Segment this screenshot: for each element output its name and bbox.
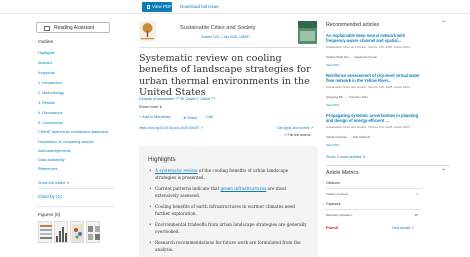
outline-item-data-availability[interactable]: Data availability xyxy=(38,158,65,162)
figure-thumbnail[interactable] xyxy=(54,221,68,243)
outline-item-abstract[interactable]: Abstract xyxy=(38,61,52,65)
add-to-mendeley-button[interactable]: + Add to Mendeley xyxy=(139,115,171,119)
recommended-article-authors: Shahid Shafi Dar, ..., Nagendra Kumar xyxy=(326,55,378,59)
recommended-article-title[interactable]: Resilience assessment of city-level virt… xyxy=(326,73,426,83)
doi-link[interactable]: https://doi.org/10.1016/j.scs.2025.10649… xyxy=(139,126,203,130)
show-full-outline-link[interactable]: Show full outline ∨ xyxy=(38,180,69,185)
show-more-articles-button[interactable]: Show 3 more articles ∨ xyxy=(326,154,365,159)
journal-title-link[interactable]: Sustainable Cities and Society xyxy=(180,25,256,31)
view-details-link[interactable]: View details ↗ xyxy=(392,226,414,230)
view-pdf-button[interactable]: View PDF xyxy=(142,2,172,12)
highlight-link[interactable]: green infrastructures xyxy=(221,186,267,191)
recommended-article-source: Sustainable Cities and Society, Volume 1… xyxy=(326,85,412,89)
recommended-article-source: Sustainable Cities and Society, Volume 1… xyxy=(326,45,412,49)
citations-heading: Citations xyxy=(326,181,340,185)
highlight-item: A systematic review of the cooling benef… xyxy=(149,168,310,181)
outline-item-discussions[interactable]: 4. Discussions xyxy=(38,111,62,115)
journal-cover-image[interactable] xyxy=(298,21,317,44)
highlights-heading: Highlights xyxy=(148,156,176,163)
citation-indexes-row: Citation Indexes: 1 xyxy=(326,192,418,196)
recommended-view-pdf-link[interactable]: View PDF xyxy=(326,63,339,67)
outline-item-conclusions[interactable]: 5. Conclusions xyxy=(38,121,63,125)
chevron-up-icon[interactable]: ⌃ xyxy=(441,20,446,27)
download-full-issue-link[interactable]: Download full issue xyxy=(180,2,219,12)
chevron-up-icon[interactable]: ⌃ xyxy=(441,168,446,175)
recommended-view-pdf-link[interactable]: View PDF xyxy=(326,143,339,147)
article-title: Systematic review on cooling benefits of… xyxy=(139,53,311,98)
outline-item-highlights[interactable]: Highlights xyxy=(38,51,55,55)
captures-heading: Captures xyxy=(326,202,341,206)
outline-item-competing-interest[interactable]: Declaration of competing interest xyxy=(38,140,94,144)
recommended-articles-heading: Recommended articles xyxy=(326,22,380,28)
pdf-icon xyxy=(147,4,150,9)
article-metrics-heading: Article Metrics xyxy=(326,170,359,176)
outline-item-keywords[interactable]: Keywords xyxy=(38,71,55,75)
highlight-item: Cooling benefits of earth infrastructure… xyxy=(149,204,310,217)
outline-item-credit[interactable]: CRediT authorship contribution statement xyxy=(38,130,108,134)
outline-item-methodology[interactable]: 2. Methodology xyxy=(38,91,64,95)
divider xyxy=(38,188,114,189)
cited-by-link[interactable]: Cited by (1) xyxy=(38,194,62,199)
show-more-authors-button[interactable]: Show more ∨ xyxy=(139,104,162,109)
recommended-article-source: Sustainable Cities and Society, Volume 1… xyxy=(326,125,412,129)
divider xyxy=(326,209,422,210)
cite-button[interactable]: ” Cite xyxy=(204,115,213,119)
figure-thumbnail[interactable] xyxy=(38,221,52,243)
rights-link[interactable]: Get rights and content ↗ xyxy=(277,126,313,130)
divider xyxy=(139,47,317,48)
highlight-item: Current patterns indicate that green inf… xyxy=(149,186,310,199)
figure-thumbnail-image xyxy=(88,226,100,240)
figures-heading: Figures (6) xyxy=(38,212,61,217)
plumx-logo: PlumX xyxy=(326,225,339,230)
outline-item-introduction[interactable]: 1. Introduction xyxy=(38,81,62,85)
recommended-article-title[interactable]: An explainable deep neural network with … xyxy=(326,33,426,43)
divider xyxy=(326,165,450,166)
highlight-link[interactable]: A systematic review xyxy=(155,168,198,173)
figure-thumbnail[interactable] xyxy=(70,221,84,243)
mendeley-readers-row: Mendeley Readers: 60 xyxy=(326,213,418,217)
journal-cover-icon xyxy=(298,21,317,44)
divider xyxy=(326,188,422,189)
figure-thumbnail-image xyxy=(72,224,84,242)
highlight-item: Research recommendations for future work… xyxy=(149,240,310,253)
divider xyxy=(38,206,114,207)
elsevier-logo[interactable] xyxy=(139,21,156,41)
share-button[interactable]: ➤ Share xyxy=(183,115,197,120)
figure-thumbnail-image xyxy=(40,225,52,239)
figure-thumbnail-image xyxy=(56,227,67,242)
reading-assistant-button[interactable]: Reading Assistant xyxy=(36,22,110,33)
book-icon xyxy=(44,26,50,31)
journal-volume-link[interactable]: Volume 125, 1 July 2025, 106497 xyxy=(201,35,250,39)
elsevier-tree-icon xyxy=(139,21,156,41)
full-text-access-badge: ↗ Full text access xyxy=(284,133,311,137)
top-toolbar: View PDF Download full issue xyxy=(0,0,470,14)
highlight-item: Environmental tradeoffs from urban lands… xyxy=(149,222,310,235)
recommended-view-pdf-link[interactable]: View PDF xyxy=(326,103,339,107)
outline-item-references[interactable]: References xyxy=(38,167,57,171)
author-list[interactable]: Deepak Amaripadath ᵃ ᵇ ✉, David J. Sailo… xyxy=(139,96,215,101)
recommended-article-authors: Vishal Chauhan, ..., Erik Gabriels xyxy=(326,135,371,139)
outline-item-acknowledgements[interactable]: Acknowledgements xyxy=(38,149,71,153)
outline-item-results[interactable]: 3. Results xyxy=(38,101,55,105)
recommended-article-title[interactable]: Propagating systemic uncertainties in pl… xyxy=(326,113,426,123)
outline-heading: Outline xyxy=(38,40,54,45)
recommended-article-authors: Qingqing Bin, ..., Xuechun Wen xyxy=(326,95,368,99)
figure-thumbnail[interactable] xyxy=(86,221,100,243)
